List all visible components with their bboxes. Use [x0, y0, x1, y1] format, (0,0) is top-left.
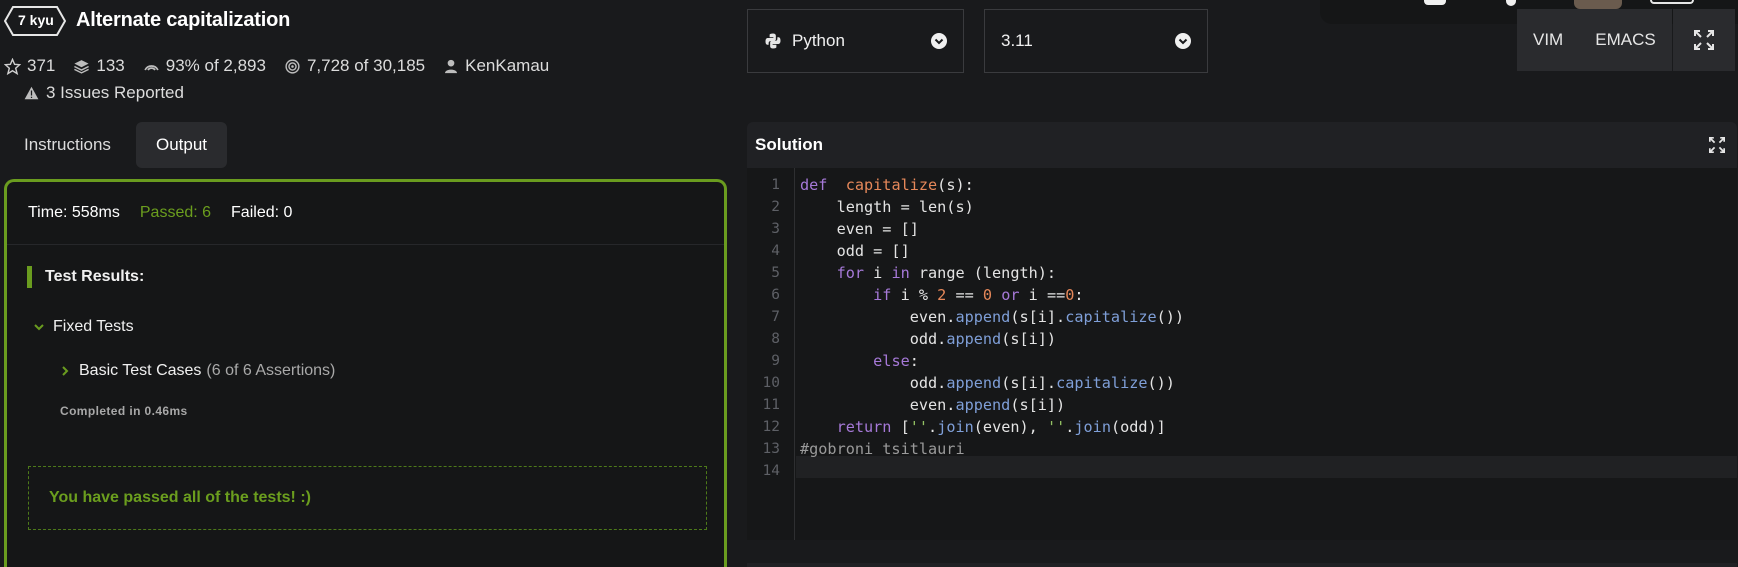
- chevron-down-icon: [34, 324, 44, 331]
- menu-icon[interactable]: [1506, 0, 1516, 6]
- test-case-assertions: (6 of 6 Assertions): [206, 362, 336, 379]
- target-icon: [285, 58, 300, 74]
- completed-stat: 7,728 of 30,185: [284, 56, 425, 76]
- kata-title[interactable]: Alternate capitalization: [76, 9, 290, 32]
- chevron-down-icon: [931, 33, 947, 49]
- console-strip: [747, 563, 1737, 567]
- tab-instructions[interactable]: Instructions: [4, 122, 131, 168]
- stars-stat[interactable]: 371: [4, 56, 55, 76]
- warning-icon: [24, 86, 39, 100]
- line-number: 10: [762, 375, 780, 391]
- layers-icon: [74, 59, 90, 74]
- author-name[interactable]: KenKamau: [465, 56, 549, 76]
- avatar[interactable]: [1574, 0, 1622, 9]
- success-message: You have passed all of the tests! :): [28, 466, 707, 530]
- code-line[interactable]: return [''.join(even), ''.join(odd)]: [800, 416, 1166, 438]
- version-select[interactable]: 3.11: [984, 9, 1208, 73]
- rank-badge: 7 kyu: [4, 6, 66, 36]
- code-line[interactable]: if i % 2 == 0 or i ==0:: [800, 284, 1083, 306]
- test-summary: Time: 558ms Passed: 6 Failed: 0: [28, 204, 312, 222]
- python-icon: [765, 33, 781, 49]
- code-editor[interactable]: 1 2 3 4 5 6 7 8 9 10 11 12 13 14 def cap…: [747, 168, 1737, 540]
- solution-header: Solution: [747, 122, 1737, 168]
- star-icon: [4, 57, 21, 75]
- code-line[interactable]: even = []: [800, 218, 919, 240]
- run-time: Time: 558ms: [28, 204, 120, 221]
- code-line[interactable]: for i in range (length):: [800, 262, 1056, 284]
- code-line[interactable]: #gobroni tsitlauri: [800, 438, 965, 460]
- test-results-heading: Test Results:: [27, 266, 144, 288]
- fullscreen-button[interactable]: [1673, 9, 1735, 71]
- code-line[interactable]: odd = []: [800, 240, 910, 262]
- collections-stat[interactable]: 133: [73, 56, 125, 76]
- satisfaction-value: 93% of 2,893: [165, 56, 266, 75]
- language-select-value: Python: [792, 31, 845, 50]
- line-number: 3: [771, 221, 780, 237]
- satisfaction-stat: 93% of 2,893: [143, 56, 266, 76]
- version-select-value: 3.11: [1001, 31, 1033, 50]
- language-select[interactable]: Python: [747, 9, 964, 73]
- vim-mode-button[interactable]: VIM: [1517, 30, 1579, 50]
- emacs-mode-button[interactable]: EMACS: [1579, 30, 1671, 50]
- notifications-icon[interactable]: [1424, 0, 1446, 5]
- line-number-gutter: 1 2 3 4 5 6 7 8 9 10 11 12 13 14: [747, 168, 795, 540]
- chevron-right-icon: [62, 366, 69, 376]
- line-number: 6: [771, 287, 780, 303]
- test-case-basic[interactable]: Basic Test Cases (6 of 6 Assertions): [59, 362, 335, 380]
- code-line[interactable]: length = len(s): [800, 196, 974, 218]
- test-group-label: Fixed Tests: [53, 318, 134, 335]
- completed-value: 7,728 of 30,185: [306, 56, 426, 75]
- profile-badge[interactable]: [1650, 0, 1694, 4]
- results-accent-bar: [27, 266, 32, 288]
- collections-count: 133: [96, 56, 125, 75]
- line-number: 9: [771, 353, 780, 369]
- issues-link[interactable]: 3 Issues Reported: [24, 83, 184, 103]
- code-line[interactable]: odd.append(s[i]): [800, 328, 1056, 350]
- line-number: 4: [771, 243, 780, 259]
- solution-expand-button[interactable]: [1697, 137, 1737, 153]
- line-number: 2: [771, 199, 780, 215]
- completed-time: Completed in 0.46ms: [60, 404, 188, 418]
- code-line[interactable]: even.append(s[i].capitalize()): [800, 306, 1184, 328]
- output-panel: Time: 558ms Passed: 6 Failed: 0 Test Res…: [4, 179, 727, 567]
- results-heading-label: Test Results:: [45, 268, 145, 285]
- line-number: 8: [771, 331, 780, 347]
- code-line[interactable]: else:: [800, 350, 919, 372]
- user-icon: [445, 59, 458, 73]
- author-stat[interactable]: KenKamau: [443, 56, 549, 76]
- line-number: 5: [771, 265, 780, 281]
- line-number: 12: [762, 419, 780, 435]
- tab-output[interactable]: Output: [136, 122, 228, 168]
- stars-count: 371: [27, 56, 56, 75]
- code-line[interactable]: odd.append(s[i].capitalize()): [800, 372, 1175, 394]
- rank-label: 7 kyu: [18, 12, 54, 28]
- line-number: 11: [762, 397, 780, 413]
- line-number: 1: [771, 177, 780, 193]
- satisfaction-icon: [144, 64, 159, 71]
- code-line[interactable]: even.append(s[i]): [800, 394, 1065, 416]
- test-group-fixed[interactable]: Fixed Tests: [33, 318, 134, 336]
- solution-title: Solution: [755, 135, 823, 154]
- line-number: 7: [771, 309, 780, 325]
- line-number: 13: [762, 441, 780, 457]
- failed-count: Failed: 0: [231, 204, 293, 221]
- code-line[interactable]: def capitalize(s):: [800, 174, 974, 196]
- divider: [7, 244, 724, 245]
- issues-label: 3 Issues Reported: [46, 83, 184, 102]
- test-case-label: Basic Test Cases: [79, 362, 202, 379]
- passed-count: Passed: 6: [139, 204, 212, 221]
- kata-stats: 371 133 93% of 2,893 7,728 of 30,185 Ken…: [4, 56, 567, 76]
- expand-icon: [1709, 137, 1725, 153]
- chevron-down-icon: [1175, 33, 1191, 49]
- expand-icon: [1694, 30, 1714, 50]
- editor-mode-group: VIM EMACS: [1517, 9, 1672, 71]
- line-number: 14: [762, 463, 780, 479]
